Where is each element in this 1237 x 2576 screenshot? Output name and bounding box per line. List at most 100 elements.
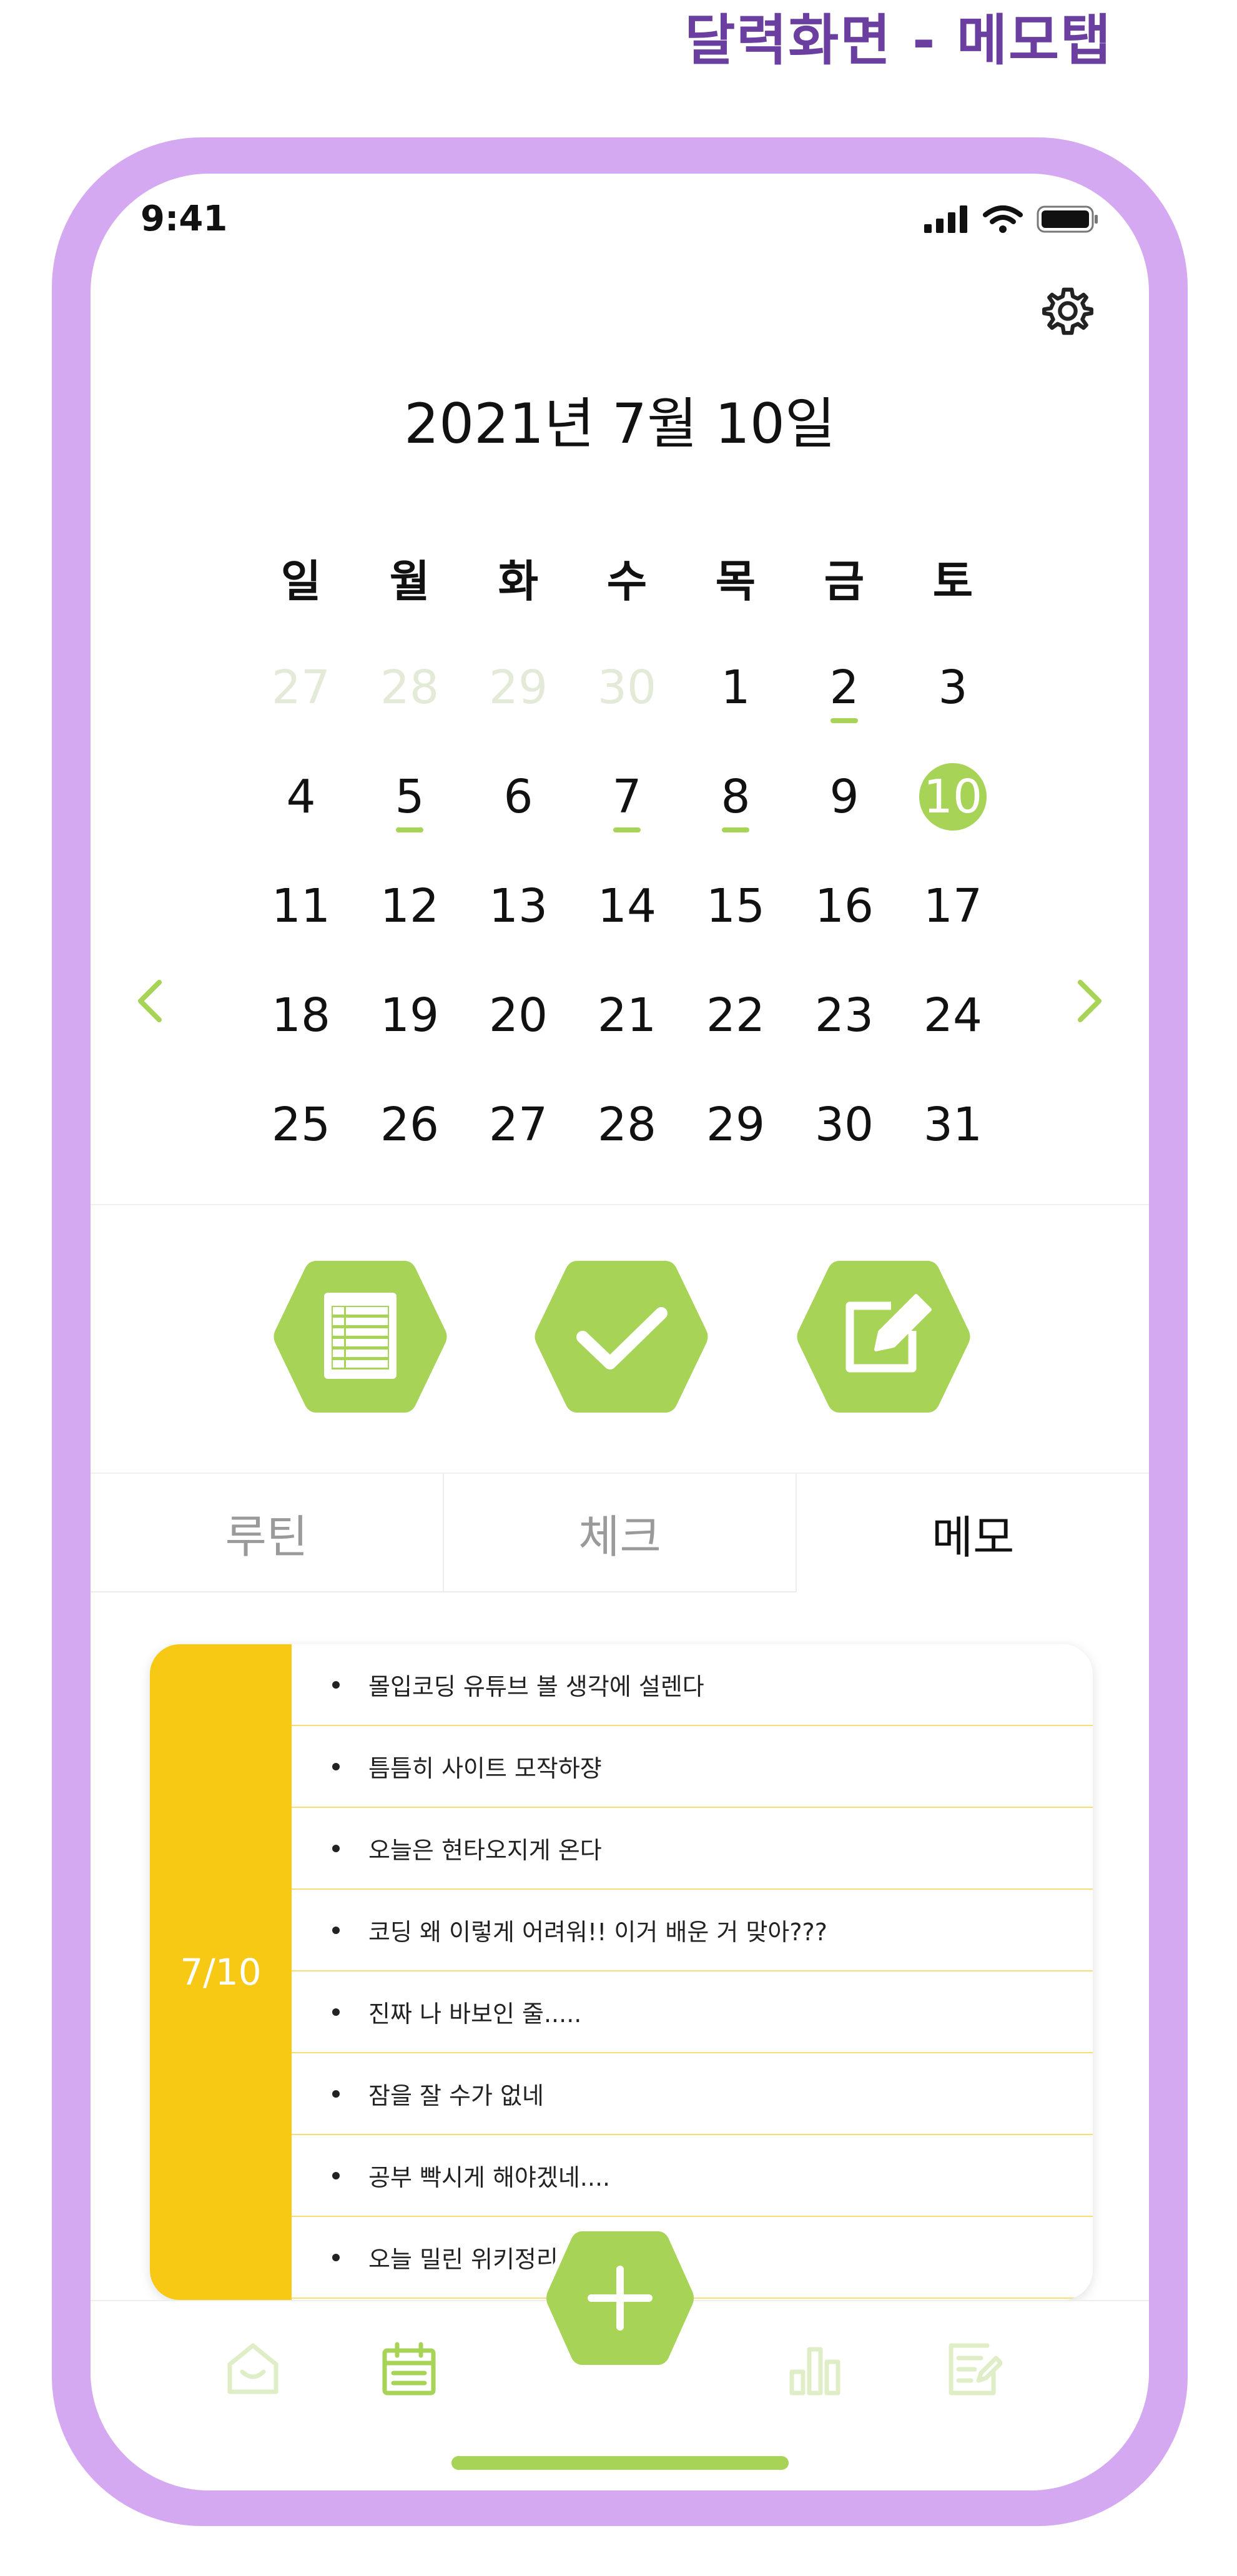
calendar-day-prev-month[interactable]: 28 [355, 633, 464, 742]
memo-item-text: 오늘은 현타오지게 온다 [368, 1837, 602, 1864]
calendar-day[interactable]: 29 [681, 1070, 790, 1179]
bullet-icon [332, 2008, 340, 2016]
calendar-day[interactable]: 21 [573, 960, 681, 1070]
tab-bar: 루틴 체크 메모 [91, 1474, 1149, 1592]
calendar-day[interactable]: 19 [355, 960, 464, 1070]
calendar-day[interactable]: 23 [790, 960, 899, 1070]
weekday-label: 목 [715, 556, 756, 607]
calendar-date-title: 2021년 7월 10일 [404, 392, 835, 456]
bullet-icon [332, 2090, 340, 2098]
memo-date-panel: 7/10 [150, 1644, 292, 2300]
weekday-header-row: 일 월 화 수 목 금 토 [247, 523, 1008, 633]
memo-item-text: 공부 빡시게 해야겠네.... [368, 2164, 611, 2191]
calendar-day-selected[interactable]: 10 [899, 742, 1007, 851]
memo-item-text: 코딩 왜 이렇게 어려워!! 이거 배운 거 맞아??? [368, 1918, 827, 1946]
chevron-left-icon[interactable] [131, 976, 169, 1026]
signal-icon [924, 205, 967, 233]
calendar-day[interactable]: 24 [899, 960, 1007, 1070]
calendar-day-prev-month[interactable]: 30 [573, 633, 681, 742]
battery-icon [1037, 205, 1098, 233]
calendar-day[interactable]: 1 [681, 633, 790, 742]
calendar-day[interactable]: 4 [247, 742, 355, 851]
table-icon [324, 1293, 397, 1379]
add-button[interactable] [545, 2228, 695, 2369]
bullet-icon [332, 1762, 340, 1770]
weekday-label: 화 [498, 556, 539, 607]
calendar-day[interactable]: 26 [355, 1070, 464, 1179]
memo-item[interactable]: 공부 빡시게 해야겠네.... [292, 2135, 1093, 2217]
calendar-day[interactable]: 30 [790, 1070, 899, 1179]
calendar-day[interactable]: 17 [899, 851, 1007, 960]
memo-item-text: 몰입코딩 유튜브 볼 생각에 설렌다 [368, 1673, 704, 1700]
memo-item[interactable]: 코딩 왜 이렇게 어려워!! 이거 배운 거 맞아??? [292, 1890, 1093, 1971]
calendar-day-marked[interactable]: 7 [573, 742, 681, 851]
calendar-week-row: 27 28 29 30 1 2 3 [247, 633, 1008, 742]
calendar-day-prev-month[interactable]: 27 [247, 633, 355, 742]
memo-item-text: 잠을 잘 수가 없네 [368, 2082, 544, 2110]
memo-item-text: 진짜 나 바보인 줄..... [368, 2000, 582, 2028]
weekday-label: 토 [932, 556, 973, 607]
bullet-icon [332, 1680, 340, 1689]
calendar-week-row: 25 26 27 28 29 30 31 [247, 1070, 1008, 1179]
calendar-day[interactable]: 13 [464, 851, 573, 960]
status-icons [924, 205, 1099, 234]
wifi-icon [983, 205, 1023, 233]
calendar-day[interactable]: 9 [790, 742, 899, 851]
home-icon[interactable] [225, 2341, 281, 2397]
calendar-week-row: 11 12 13 14 15 16 17 [247, 851, 1008, 960]
memo-item[interactable]: 몰입코딩 유튜브 볼 생각에 설렌다 [292, 1644, 1093, 1726]
calendar-day[interactable]: 20 [464, 960, 573, 1070]
memo-item[interactable]: 진짜 나 바보인 줄..... [292, 1971, 1093, 2053]
tab-check[interactable]: 체크 [443, 1474, 797, 1592]
calendar-day[interactable]: 14 [573, 851, 681, 960]
calendar-day[interactable]: 15 [681, 851, 790, 960]
chevron-right-icon[interactable] [1071, 976, 1108, 1026]
calendar-day[interactable]: 12 [355, 851, 464, 960]
tab-memo[interactable]: 메모 [797, 1474, 1149, 1592]
weekday-label: 수 [606, 556, 648, 607]
status-time: 9:41 [140, 199, 228, 239]
calendar-day[interactable]: 16 [790, 851, 899, 960]
routine-table-button[interactable] [273, 1257, 448, 1416]
memo-item[interactable]: 틈틈히 사이트 모작하쟝 [292, 1726, 1093, 1808]
weekday-label: 일 [280, 556, 322, 607]
calendar-day[interactable]: 31 [899, 1070, 1007, 1179]
calendar-day[interactable]: 22 [681, 960, 790, 1070]
selected-day-circle: 10 [919, 762, 987, 831]
home-indicator[interactable] [451, 2456, 789, 2470]
settings-gear-icon[interactable] [1040, 283, 1096, 339]
bullet-icon [332, 2171, 340, 2179]
phone-screen: 9:41 2021년 7월 10일 일 월 화 수 목 금 토 27 28 29… [91, 174, 1149, 2490]
calendar-week-row: 4 5 6 7 8 9 10 [247, 742, 1008, 851]
bullet-icon [332, 1844, 340, 1852]
page-title: 달력화면 - 메모탭 [684, 8, 1112, 72]
calendar-day[interactable]: 3 [899, 633, 1007, 742]
calendar-week-row: 18 19 20 21 22 23 24 [247, 960, 1008, 1070]
bullet-icon [332, 1926, 340, 1934]
calendar-day[interactable]: 25 [247, 1070, 355, 1179]
calendar-day-prev-month[interactable]: 29 [464, 633, 573, 742]
memo-list: 몰입코딩 유튜브 볼 생각에 설렌다 틈틈히 사이트 모작하쟝 오늘은 현타오지… [292, 1644, 1093, 2300]
calendar-grid: 일 월 화 수 목 금 토 27 28 29 30 1 2 3 4 5 6 7 … [247, 523, 1008, 1179]
stats-icon[interactable] [787, 2341, 843, 2397]
weekday-label: 금 [824, 556, 865, 607]
bullet-icon [332, 2253, 340, 2261]
calendar-day[interactable]: 11 [247, 851, 355, 960]
memo-icon[interactable] [946, 2341, 1002, 2397]
check-button[interactable] [534, 1257, 709, 1416]
calendar-icon[interactable] [381, 2341, 437, 2397]
memo-item[interactable]: 잠을 잘 수가 없네 [292, 2053, 1093, 2135]
calendar-day-marked[interactable]: 5 [355, 742, 464, 851]
calendar-day[interactable]: 6 [464, 742, 573, 851]
tab-routine[interactable]: 루틴 [91, 1474, 444, 1592]
calendar-day-marked[interactable]: 8 [681, 742, 790, 851]
calendar-day[interactable]: 18 [247, 960, 355, 1070]
calendar-day-marked[interactable]: 2 [790, 633, 899, 742]
memo-edit-button[interactable] [796, 1257, 971, 1416]
calendar-day[interactable]: 28 [573, 1070, 681, 1179]
memo-item[interactable]: 오늘은 현타오지게 온다 [292, 1808, 1093, 1890]
section-divider [91, 1204, 1149, 1205]
memo-item-text: 틈틈히 사이트 모작하쟝 [368, 1755, 602, 1782]
calendar-day[interactable]: 27 [464, 1070, 573, 1179]
memo-card: 7/10 몰입코딩 유튜브 볼 생각에 설렌다 틈틈히 사이트 모작하쟝 오늘은… [150, 1644, 1093, 2300]
